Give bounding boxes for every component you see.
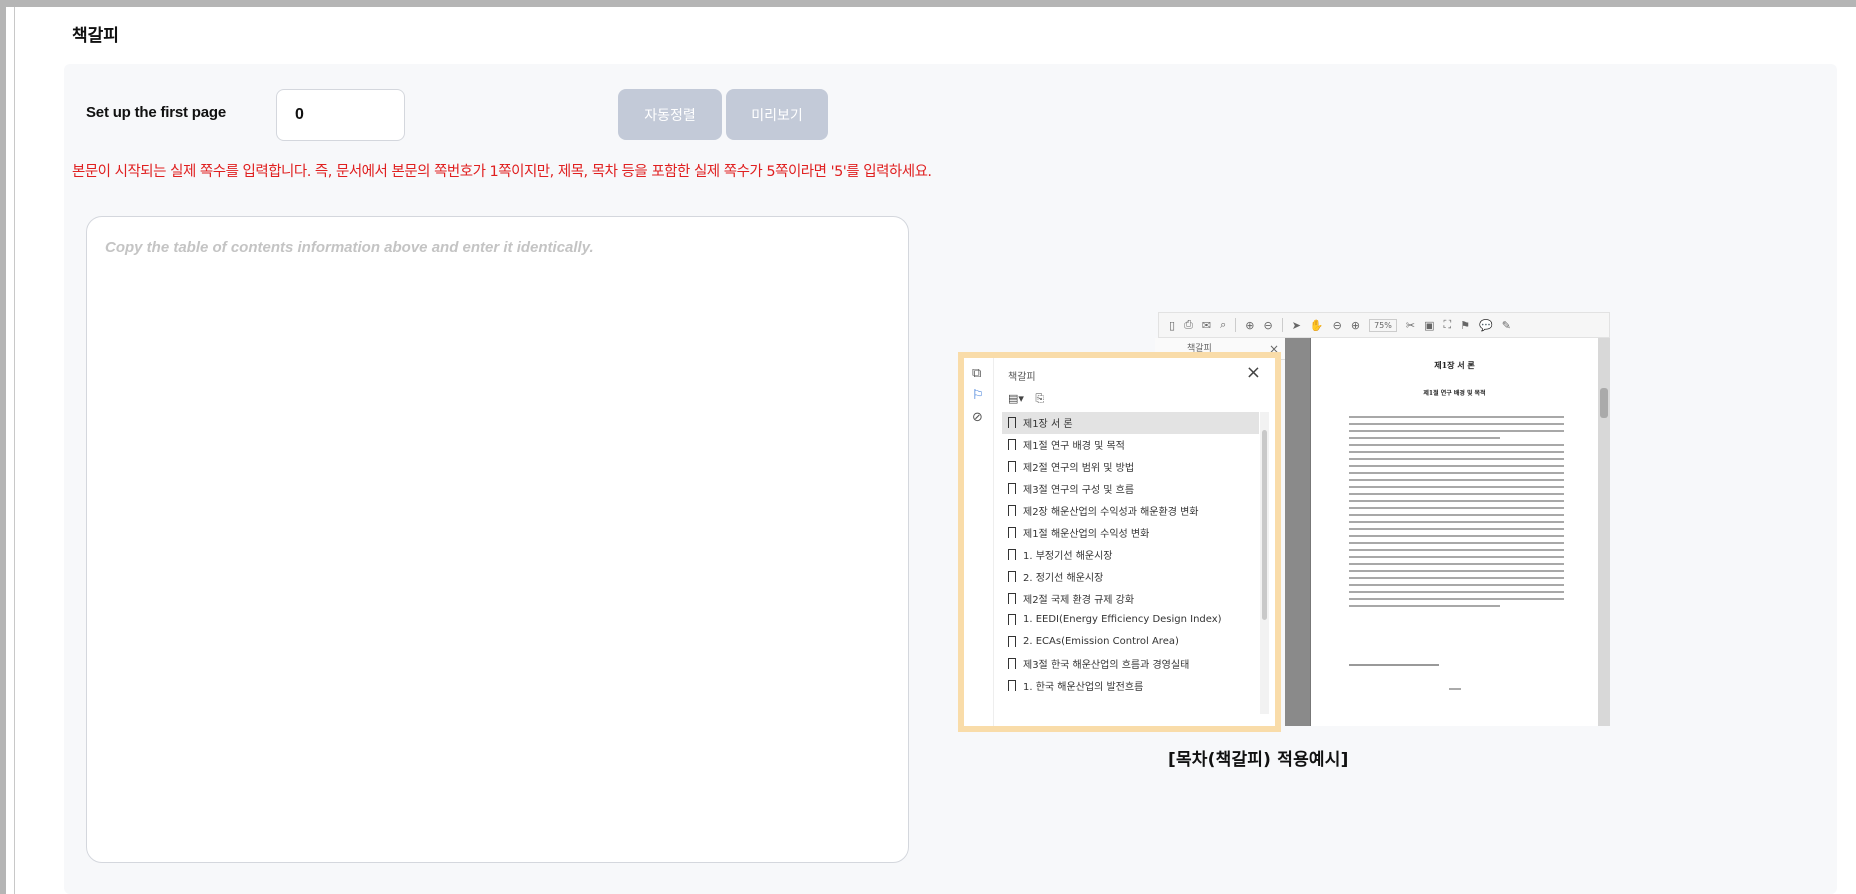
fullscreen-icon: ⛶ [1443, 318, 1452, 331]
bookmark-item-label: 제1절 해운산업의 수익성 변화 [1023, 528, 1150, 540]
bookmark-item-label: 1. 부정기선 해운시장 [1023, 550, 1113, 562]
hand-icon: ✋ [1309, 318, 1324, 332]
document-body-text [1349, 416, 1564, 612]
options-icon: ▤▾ [1008, 392, 1024, 405]
first-page-label: Set up the first page [86, 104, 226, 121]
first-page-notice: 본문이 시작되는 실제 쪽수를 입력합니다. 즉, 문서에서 본문의 쪽번호가 … [72, 164, 932, 180]
document-scrollbar [1598, 338, 1610, 726]
page-up-icon: ⊕ [1245, 318, 1255, 332]
bookmark-item: 제2절 국제 환경 규제 강화 [1002, 587, 1259, 609]
new-bookmark-icon: ⎘ [1035, 392, 1045, 405]
bookmark-icon [1008, 505, 1016, 516]
auto-sort-button[interactable]: 자동정렬 [618, 89, 722, 140]
bookmark-icon [1008, 592, 1016, 604]
document-footnote [1349, 664, 1439, 666]
bookmark-item-label: 1. EEDI(Energy Efficiency Design Index) [1023, 614, 1222, 626]
bookmark-item-label: 2. 정기선 해운시장 [1023, 572, 1104, 584]
document-section-title: 제1절 연구 배경 및 목적 [1423, 390, 1486, 397]
bookmark-scrollbar [1260, 412, 1269, 714]
bookmark-item-label: 1. 한국 해운산업의 발전흐름 [1023, 682, 1144, 694]
bookmark-icon [1008, 483, 1016, 495]
crop-icon: ✂ [1405, 318, 1416, 332]
bookmark-icon [1008, 680, 1016, 692]
bookmark-item-label: 제3절 한국 해운산업의 흐름과 경영실태 [1023, 660, 1190, 672]
page-down-icon: ⊖ [1263, 318, 1273, 332]
bookmark-item: 2. 정기선 해운시장 [1002, 565, 1259, 587]
bookmark-list: 제1장 서 론제1절 연구 배경 및 목적제2절 연구의 범위 및 방법제3절 … [1002, 412, 1259, 718]
bookmark-item-label: 2. ECAs(Emission Control Area) [1023, 636, 1179, 648]
document-chapter-title: 제1장 서 론 [1434, 360, 1475, 370]
stamp-icon: ⚑ [1460, 318, 1471, 332]
bookmark-item-label: 제2절 연구의 범위 및 방법 [1023, 463, 1135, 475]
toolbar-divider [1281, 318, 1283, 332]
zoom-out-icon: ⊖ [1332, 318, 1342, 332]
bookmark-icon [1008, 439, 1016, 451]
bookmark-icon [1008, 636, 1016, 648]
bookmark-item: 1. 부정기선 해운시장 [1002, 543, 1259, 565]
bookmark-item: 제2절 연구의 범위 및 방법 [1002, 456, 1259, 478]
zoom-level: 75% [1369, 318, 1397, 332]
bookmark-item: 제2장 해운산업의 수익성과 해운환경 변화 [1002, 500, 1259, 522]
example-caption: [목차(책갈피) 적용예시] [1168, 750, 1349, 770]
mail-icon: ✉ [1201, 318, 1212, 332]
bookmark-icon [1008, 614, 1016, 626]
search-icon: ⌕ [1220, 318, 1227, 331]
bookmark-item: 1. EEDI(Energy Efficiency Design Index) [1002, 609, 1259, 631]
close-icon: × [1245, 362, 1261, 383]
section-title: 책갈피 [72, 26, 119, 46]
document-page-number [1449, 688, 1461, 690]
bookmark-icon [1008, 658, 1016, 670]
preview-button[interactable]: 미리보기 [726, 89, 828, 140]
pdf-viewer-toolbar: ▯ ⎙ ✉ ⌕ ⊕ ⊖ ➤ ✋ ⊖ ⊕ 75% ✂ ▣ ⛶ ⚑ 💬 ✎ [1158, 312, 1610, 338]
bookmark-item: 2. ECAs(Emission Control Area) [1002, 631, 1259, 653]
fit-page-icon: ▣ [1424, 318, 1435, 332]
bookmark-item: 제3절 연구의 구성 및 흐름 [1002, 478, 1259, 500]
attachment-icon: ⊘ [972, 410, 983, 425]
bookmark-item-label: 제2절 국제 환경 규제 강화 [1023, 594, 1135, 606]
bookmark-item-label: 제3절 연구의 구성 및 흐름 [1023, 485, 1135, 497]
bookmark-panel-title: 책갈피 [1008, 372, 1036, 383]
bookmark-tools: ▤▾ ⎘ [1008, 392, 1044, 406]
toc-input[interactable] [86, 216, 909, 863]
page-icon: ▯ [1169, 318, 1176, 332]
bookmark-item: 제1절 해운산업의 수익성 변화 [1002, 521, 1259, 543]
bookmark-item-label: 제1장 서 론 [1023, 419, 1073, 431]
bookmark-icon [1008, 570, 1016, 582]
side-rail: ⧉ ⚐ ⊘ [964, 358, 994, 726]
bookmark-icon [1008, 417, 1016, 429]
cursor-icon: ➤ [1291, 318, 1301, 332]
pen-icon: ✎ [1501, 318, 1511, 332]
pages-icon: ⧉ [972, 366, 982, 381]
toolbar-divider [1235, 318, 1237, 332]
print-icon: ⎙ [1184, 318, 1193, 331]
bookmark-icon [1008, 461, 1016, 473]
bookmark-item: 제3절 한국 해운산업의 흐름과 경영실태 [1002, 653, 1259, 675]
bookmark-item: 제1절 연구 배경 및 목적 [1002, 434, 1259, 456]
first-page-input[interactable] [276, 89, 405, 141]
bookmark-item-label: 제1절 연구 배경 및 목적 [1023, 441, 1125, 453]
bookmark-panel: ⧉ ⚐ ⊘ 책갈피 × ▤▾ ⎘ 제1장 서 론제1절 연구 배경 및 목적제2… [958, 352, 1281, 732]
document-page: 제1장 서 론 제1절 연구 배경 및 목적 [1310, 338, 1598, 726]
bookmark-item: 제1장 서 론 [1002, 412, 1259, 434]
comment-icon: 💬 [1479, 318, 1493, 332]
bookmark-icon [1008, 526, 1016, 538]
bookmark-icon: ⚐ [972, 388, 984, 403]
bookmark-item-label: 제2장 해운산업의 수익성과 해운환경 변화 [1023, 507, 1199, 518]
bookmark-item: 1. 한국 해운산업의 발전흐름 [1002, 675, 1259, 697]
bookmark-icon [1008, 548, 1016, 560]
zoom-in-icon: ⊕ [1350, 318, 1361, 332]
